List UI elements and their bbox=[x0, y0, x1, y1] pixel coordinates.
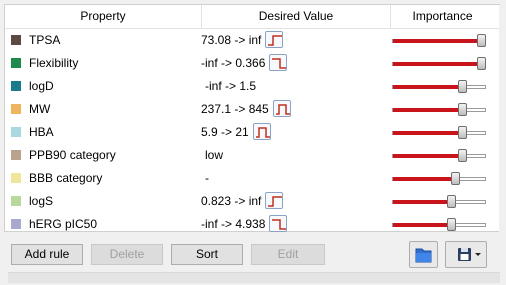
desirability-function-icon bbox=[268, 35, 282, 46]
importance-slider[interactable] bbox=[392, 80, 486, 93]
color-swatch bbox=[11, 104, 21, 114]
importance-slider-handle[interactable] bbox=[458, 80, 467, 93]
color-swatch bbox=[11, 127, 21, 137]
edit-function-button[interactable] bbox=[269, 54, 287, 71]
importance-slider[interactable] bbox=[392, 34, 486, 47]
bottom-scrollbar[interactable] bbox=[8, 272, 500, 283]
desirability-function-icon bbox=[256, 127, 270, 138]
importance-slider-handle[interactable] bbox=[477, 57, 486, 70]
color-swatch bbox=[11, 173, 21, 183]
importance-slider-handle[interactable] bbox=[458, 126, 467, 139]
edit-function-button[interactable] bbox=[273, 100, 291, 117]
floppy-disk-dropdown-icon bbox=[458, 248, 481, 261]
desired-value[interactable]: 5.9 -> 21 bbox=[201, 125, 249, 139]
importance-slider-fill bbox=[393, 200, 451, 204]
delete-button[interactable]: Delete bbox=[91, 244, 163, 265]
desirability-function-icon bbox=[272, 58, 286, 69]
importance-slider-fill bbox=[393, 62, 481, 66]
importance-slider-fill bbox=[393, 131, 462, 135]
importance-slider-handle[interactable] bbox=[447, 195, 456, 208]
importance-slider-handle[interactable] bbox=[447, 218, 456, 231]
importance-slider-handle[interactable] bbox=[458, 103, 467, 116]
property-name: Flexibility bbox=[29, 56, 79, 70]
desirability-function-icon bbox=[268, 196, 282, 207]
color-swatch bbox=[11, 81, 21, 91]
folder-open-icon bbox=[415, 248, 432, 263]
desired-value[interactable]: 0.823 -> inf bbox=[201, 194, 261, 208]
table-row[interactable]: PPB90 category low bbox=[5, 144, 499, 167]
importance-slider[interactable] bbox=[392, 172, 486, 185]
color-swatch bbox=[11, 58, 21, 68]
edit-function-button[interactable] bbox=[269, 215, 287, 232]
color-swatch bbox=[11, 150, 21, 160]
desirability-function-icon bbox=[276, 104, 290, 115]
table-row[interactable]: MW 237.1 -> 845 bbox=[5, 98, 499, 121]
property-name: BBB category bbox=[29, 171, 103, 185]
importance-slider[interactable] bbox=[392, 149, 486, 162]
desired-value[interactable]: -inf -> 0.366 bbox=[201, 56, 265, 70]
save-button[interactable] bbox=[445, 241, 487, 268]
table-row[interactable]: TPSA 73.08 -> inf bbox=[5, 29, 499, 52]
header-property[interactable]: Property bbox=[5, 5, 201, 28]
property-name: MW bbox=[29, 102, 51, 116]
edit-function-button[interactable] bbox=[253, 123, 271, 140]
property-name: PPB90 category bbox=[29, 148, 116, 162]
importance-slider-fill bbox=[393, 108, 462, 112]
property-name: logS bbox=[29, 194, 54, 208]
property-name: TPSA bbox=[29, 33, 61, 47]
importance-slider-fill bbox=[393, 39, 481, 43]
importance-slider[interactable] bbox=[392, 103, 486, 116]
sort-button[interactable]: Sort bbox=[171, 244, 243, 265]
edit-function-button[interactable] bbox=[265, 192, 283, 209]
desirability-function-icon bbox=[272, 219, 286, 230]
table-row[interactable]: Flexibility -inf -> 0.366 bbox=[5, 52, 499, 75]
header-desired-value[interactable]: Desired Value bbox=[202, 5, 390, 28]
desired-value[interactable]: -inf -> 4.938 bbox=[201, 217, 265, 231]
table-row[interactable]: BBB category - bbox=[5, 167, 499, 190]
importance-slider-fill bbox=[393, 154, 462, 158]
property-table: Property Desired Value Importance TPSA 73… bbox=[4, 4, 502, 233]
edit-button[interactable]: Edit bbox=[251, 244, 325, 265]
table-header: Property Desired Value Importance bbox=[5, 5, 499, 29]
table-row[interactable]: HBA 5.9 -> 21 bbox=[5, 121, 499, 144]
desired-value[interactable]: low bbox=[205, 148, 223, 162]
color-swatch bbox=[11, 35, 21, 45]
importance-slider-fill bbox=[393, 223, 451, 227]
property-name: logD bbox=[29, 79, 54, 93]
importance-slider[interactable] bbox=[392, 218, 486, 231]
property-name: HBA bbox=[29, 125, 54, 139]
desired-value[interactable]: 237.1 -> 845 bbox=[201, 102, 269, 116]
importance-slider[interactable] bbox=[392, 126, 486, 139]
importance-slider[interactable] bbox=[392, 57, 486, 70]
table-row[interactable]: hERG pIC50 -inf -> 4.938 bbox=[5, 213, 499, 236]
table-row[interactable]: logS 0.823 -> inf bbox=[5, 190, 499, 213]
color-swatch bbox=[11, 196, 21, 206]
importance-slider-handle[interactable] bbox=[451, 172, 460, 185]
header-importance[interactable]: Importance bbox=[391, 5, 494, 28]
edit-function-button[interactable] bbox=[265, 31, 283, 48]
open-button[interactable] bbox=[409, 241, 438, 268]
importance-slider-fill bbox=[393, 177, 455, 181]
importance-slider-fill bbox=[393, 85, 462, 89]
table-row[interactable]: logD -inf -> 1.5 bbox=[5, 75, 499, 98]
importance-slider-handle[interactable] bbox=[477, 34, 486, 47]
color-swatch bbox=[11, 219, 21, 229]
add-rule-button[interactable]: Add rule bbox=[11, 244, 83, 265]
vertical-scrollbar[interactable] bbox=[499, 5, 502, 233]
importance-slider-handle[interactable] bbox=[458, 149, 467, 162]
property-name: hERG pIC50 bbox=[29, 217, 98, 231]
desired-value[interactable]: -inf -> 1.5 bbox=[205, 79, 256, 93]
desired-value[interactable]: - bbox=[205, 171, 209, 185]
desired-value[interactable]: 73.08 -> inf bbox=[201, 33, 261, 47]
importance-slider[interactable] bbox=[392, 195, 486, 208]
